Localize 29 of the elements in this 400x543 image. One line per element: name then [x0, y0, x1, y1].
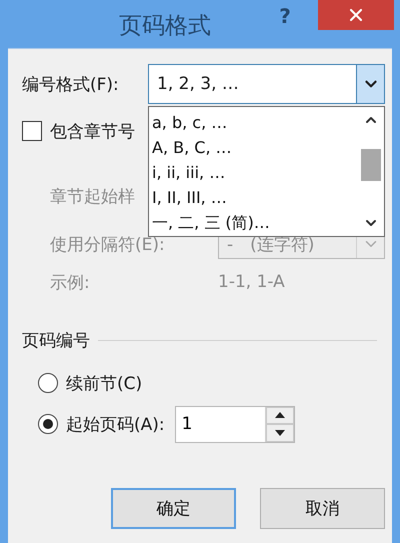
ok-button[interactable]: 确定 — [111, 488, 236, 529]
field-label: 编号格式(F): — [22, 74, 120, 96]
radio-button[interactable] — [38, 414, 58, 434]
radio-label: 续前节(C) — [66, 372, 142, 394]
field-label: 使用分隔符(E): — [50, 234, 166, 256]
triangle-down-icon — [274, 430, 285, 436]
example-label: 示例: — [50, 272, 91, 294]
cancel-button[interactable]: 取消 — [260, 488, 385, 529]
radio-button[interactable] — [38, 373, 58, 393]
close-button[interactable] — [318, 0, 394, 30]
example-value: 1-1, 1-A — [218, 272, 285, 292]
spin-up-button[interactable] — [266, 406, 294, 424]
dropdown-option[interactable]: I, II, III, … — [149, 185, 358, 210]
spin-down-button[interactable] — [266, 424, 294, 442]
start-page-spinner[interactable]: 1 — [174, 406, 295, 442]
triangle-up-icon — [274, 412, 285, 418]
group-title: 页码编号 — [22, 330, 90, 352]
help-button[interactable]: ? — [270, 0, 300, 28]
number-format-dropdown[interactable]: 1, 2, 3, … — [148, 64, 385, 104]
field-label: 章节起始样 — [50, 186, 135, 208]
radio-label: 起始页码(A): — [66, 414, 165, 436]
dropdown-option[interactable]: a, b, c, … — [149, 110, 358, 135]
scrollbar-thumb[interactable] — [361, 149, 381, 181]
dropdown-option[interactable]: i, ii, iii, … — [149, 160, 358, 185]
checkbox-label: 包含章节号 — [50, 120, 135, 142]
start-page-field[interactable]: 1 — [176, 406, 265, 442]
window-title: 页码格式 — [118, 12, 212, 41]
checkbox[interactable] — [22, 121, 42, 141]
dropdown-option[interactable]: A, B, C, … — [149, 135, 358, 160]
